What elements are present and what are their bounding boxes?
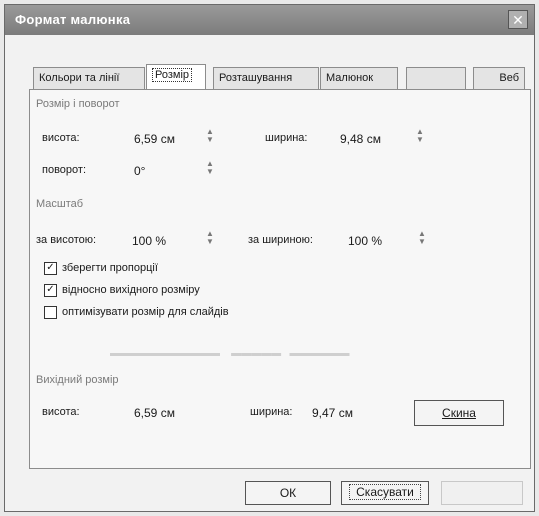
close-icon: ✕ [512,12,524,28]
checkmark-icon: ✓ [46,284,55,295]
title-bar: Формат малюнка ✕ [5,5,534,35]
height-spinner[interactable]: ▲ ▼ [202,128,218,148]
relative-original-checkbox[interactable]: ✓ [44,284,57,297]
cancel-button-label: Скасувати [349,484,421,500]
rotation-input[interactable]: 0° [134,164,145,178]
scale-height-label: за висотою: [36,234,97,246]
tab-position[interactable]: Розташування [213,67,319,89]
spin-down-icon: ▼ [418,237,426,246]
original-width-label: ширина: [250,406,293,418]
spin-down-icon: ▼ [206,237,214,246]
checkmark-icon: ✓ [46,262,55,273]
scale-width-spinner[interactable]: ▲ ▼ [414,230,430,250]
optimize-slides-label: оптимізувати розмір для слайдів [62,306,229,318]
format-picture-dialog: Формат малюнка ✕ Кольори та лінії Розмір… [4,4,535,512]
tab-disabled [406,67,466,89]
reset-button[interactable]: Скина [414,400,504,426]
original-height-label: висота: [42,406,80,418]
dialog-title: Формат малюнка [15,12,131,27]
ok-button-label: ОК [279,486,297,500]
scale-heading: Масштаб [36,198,84,210]
height-label-text: висота: [42,132,80,144]
ok-button[interactable]: ОК [245,481,331,505]
height-label: висота: [42,132,80,144]
spin-down-icon: ▼ [206,167,214,176]
reset-button-label: Скина [442,406,476,420]
lock-aspect-label: зберегти пропорції [62,262,158,274]
width-spinner[interactable]: ▲ ▼ [412,128,428,148]
tab-size-label: Розмір [152,68,193,82]
spin-down-icon: ▼ [206,135,214,144]
rotation-label: поворот: [42,164,86,176]
tab-size[interactable]: Розмір [146,64,206,90]
width-input[interactable]: 9,48 см [340,132,381,146]
scale-width-label: за шириною: [248,234,313,246]
tab-web[interactable]: Веб [473,67,525,89]
close-button[interactable]: ✕ [508,10,528,29]
height-input[interactable]: 6,59 см [134,132,175,146]
scale-width-input[interactable]: 100 % [348,234,382,248]
width-label: ширина: [265,132,308,144]
tab-picture[interactable]: Малюнок [320,67,398,89]
optimize-slides-checkbox[interactable] [44,306,57,319]
original-size-heading: Вихідний розмір [36,374,119,386]
disabled-resolution-row: ▬▬▬▬▬▬▬▬▬▬▬ ▬▬▬▬▬ ▬▬▬▬▬▬ [110,348,350,359]
rotation-spinner[interactable]: ▲ ▼ [202,160,218,180]
scale-height-input[interactable]: 100 % [132,234,166,248]
original-height-value: 6,59 см [134,406,175,420]
scale-height-spinner[interactable]: ▲ ▼ [202,230,218,250]
original-width-value: 9,47 см [312,406,353,420]
cancel-button[interactable]: Скасувати [341,481,429,505]
relative-original-label: відносно вихідного розміру [62,284,200,296]
size-rotate-heading: Розмір і поворот [36,98,120,110]
lock-aspect-checkbox[interactable]: ✓ [44,262,57,275]
disabled-footer-button [441,481,523,505]
spin-down-icon: ▼ [416,135,424,144]
tab-colors-lines[interactable]: Кольори та лінії [33,67,145,89]
size-panel: Розмір і поворот висота: 6,59 см ▲ ▼ шири… [29,89,531,469]
